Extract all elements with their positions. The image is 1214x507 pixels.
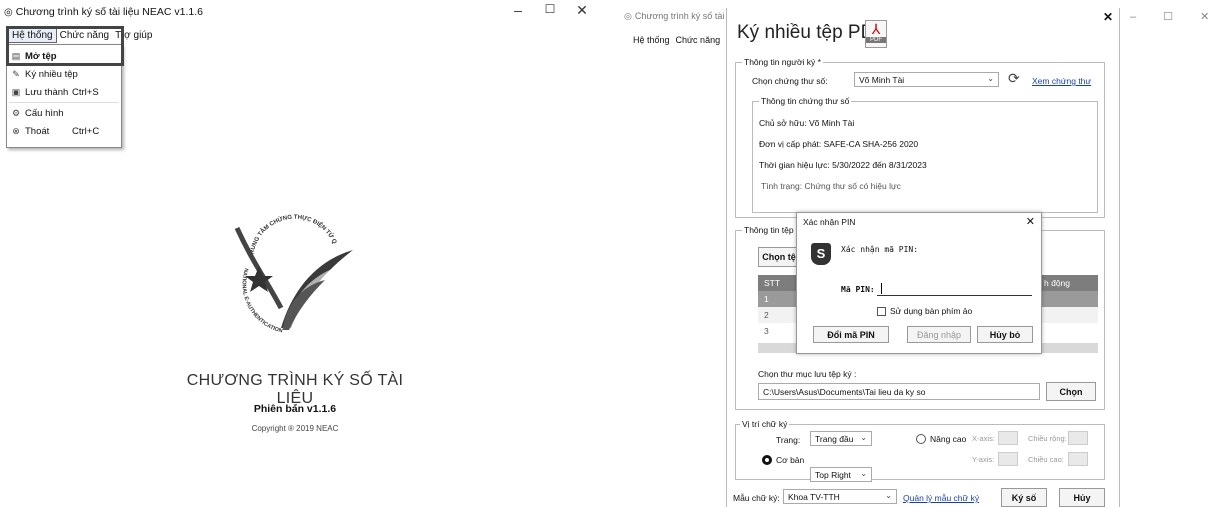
advanced-label: Nâng cao [930, 434, 967, 444]
page-label: Trang: [776, 435, 801, 445]
neac-logo: TRUNG TÂM CHỨNG THỰC ĐIỆN TỬ QUỐC GIA NA… [223, 188, 353, 335]
pin-cancel-button[interactable]: Hủy bỏ [977, 326, 1033, 343]
choose-folder-button[interactable]: Chọn [1046, 382, 1096, 401]
bg-minimize-icon[interactable]: – [1130, 11, 1136, 23]
maximize-button[interactable]: ☐ [540, 2, 560, 16]
bg-close-icon[interactable]: ✕ [1200, 11, 1209, 23]
signer-group: Thông tin người ký * Chọn chứng thư số: … [735, 57, 1105, 218]
close-button[interactable]: ✕ [572, 2, 592, 19]
position-group: Vị trí chữ ký Trang: Trang đầu ⌄ Cơ bản T… [735, 419, 1105, 482]
left-window-title: Chương trình ký số tài liệu NEAC v1.1.6 [15, 6, 203, 18]
chevron-down-icon: ⌄ [987, 74, 994, 83]
xaxis-input[interactable] [998, 431, 1018, 445]
pin-heading: Xác nhận mã PIN: [841, 245, 919, 254]
pen-icon: ✎ [12, 68, 20, 79]
chevron-down-icon: ⌄ [860, 469, 867, 478]
menu-item-config[interactable]: ⚙ Cấu hình [7, 104, 121, 122]
save-folder-input[interactable]: C:\Users\Asus\Documents\Tai lieu da ky s… [758, 383, 1040, 400]
col-action: h động [1044, 278, 1070, 288]
yaxis-label: Y-axis: [972, 455, 995, 464]
cert-select[interactable]: Võ Minh Tài ⌄ [854, 72, 999, 87]
chevron-down-icon: ⌄ [885, 491, 892, 500]
exit-icon: ⊗ [12, 125, 20, 136]
manage-template-link[interactable]: Quản lý mẫu chữ ký [903, 493, 979, 503]
login-button[interactable]: Đăng nhập [907, 326, 971, 343]
template-select[interactable]: Khoa TV-TTH ⌄ [783, 489, 897, 504]
pin-dialog-title: Xác nhận PIN [803, 217, 856, 227]
chevron-down-icon: ⌄ [860, 433, 867, 442]
pin-dialog: Xác nhận PIN ✕ S Xác nhận mã PIN: Mã PIN… [796, 212, 1042, 354]
page-select[interactable]: Trang đầu ⌄ [810, 431, 872, 446]
app-icon: ◎ [624, 10, 632, 21]
right-bg-titlebar: ◎ Chương trình ký số tài [624, 10, 725, 22]
basic-position-select[interactable]: Top Right ⌄ [810, 467, 872, 482]
virtual-kb-label: Sử dụng bàn phím ảo [890, 306, 973, 316]
shield-icon: S [811, 243, 831, 265]
pin-close-icon[interactable]: ✕ [1026, 215, 1035, 228]
svg-text:TRUNG TÂM CHỨNG THỰC ĐIỆN TỬ Q: TRUNG TÂM CHỨNG THỰC ĐIỆN TỬ QUỐC GIA [223, 188, 337, 258]
yaxis-input[interactable] [998, 452, 1018, 466]
change-pin-button[interactable]: Đổi mã PIN [813, 326, 889, 343]
bg-menu-chuc-nang[interactable]: Chức năng [673, 34, 724, 46]
col-stt: STT [764, 278, 781, 288]
height-label: Chiều cao: [1028, 455, 1064, 464]
copyright-text: Copyright ® 2019 NEAC [251, 424, 339, 433]
save-folder-label: Chọn thư mục lưu tệp ký : [758, 369, 857, 379]
cert-status: Tình trạng: Chứng thư số có hiệu lực [761, 181, 901, 191]
cancel-button[interactable]: Hủy [1059, 488, 1105, 507]
xaxis-label: X-axis: [972, 434, 995, 443]
dialog-close-button[interactable]: ✕ [1103, 10, 1113, 24]
bg-maximize-icon[interactable]: ☐ [1163, 11, 1173, 23]
cert-validity: Thời gian hiệu lực: 5/30/2022 đến 8/31/2… [759, 160, 927, 170]
gear-icon: ⚙ [11, 107, 21, 118]
highlight-box [6, 26, 124, 66]
app-icon: ◎ [4, 6, 13, 18]
radio-advanced[interactable] [916, 434, 926, 444]
choose-cert-label: Chọn chứng thư số: [752, 76, 828, 86]
menu-item-exit[interactable]: ⊗ Thoát Ctrl+C [7, 122, 121, 140]
menu-item-sign-multi[interactable]: ✎ Ký nhiều tệp [7, 65, 121, 83]
bg-window-controls: – ☐ ✕ [1130, 10, 1209, 23]
dialog-title: Ký nhiều tệp PDF [737, 22, 886, 43]
width-input[interactable] [1068, 431, 1088, 445]
bg-menu-he-thong[interactable]: Hệ thống [630, 34, 673, 46]
template-label: Mẫu chữ ký: [733, 493, 780, 503]
cert-issuer: Đơn vị cấp phát: SAFE-CA SHA-256 2020 [759, 139, 919, 149]
right-bg-menubar: Hệ thống Chức năng [630, 34, 723, 46]
save-icon: ▣ [11, 86, 21, 97]
radio-basic[interactable] [762, 455, 772, 465]
basic-label: Cơ bản [776, 455, 805, 465]
height-input[interactable] [1068, 452, 1088, 466]
cert-info-group: Thông tin chứng thư số Chủ sở hữu: Võ Mi… [752, 96, 1098, 213]
refresh-icon[interactable]: ⟳ [1008, 70, 1020, 87]
menu-item-save-as[interactable]: ▣ Lưu thành Ctrl+S [7, 83, 121, 101]
virtual-kb-checkbox[interactable] [877, 307, 886, 316]
pdf-icon: ⅄ PDF [865, 20, 887, 48]
menu-divider [9, 102, 119, 103]
version-text: Phiên bản v1.1.6 [253, 403, 337, 415]
sign-button[interactable]: Ký số [1001, 488, 1047, 507]
view-cert-link[interactable]: Xem chứng thư [1032, 76, 1091, 86]
pin-label: Mã PIN: [841, 285, 875, 294]
width-label: Chiều rộng: [1028, 434, 1067, 443]
minimize-button[interactable]: – [508, 2, 528, 18]
pin-input[interactable] [877, 281, 1032, 296]
cert-owner: Chủ sở hữu: Võ Minh Tài [759, 118, 855, 128]
